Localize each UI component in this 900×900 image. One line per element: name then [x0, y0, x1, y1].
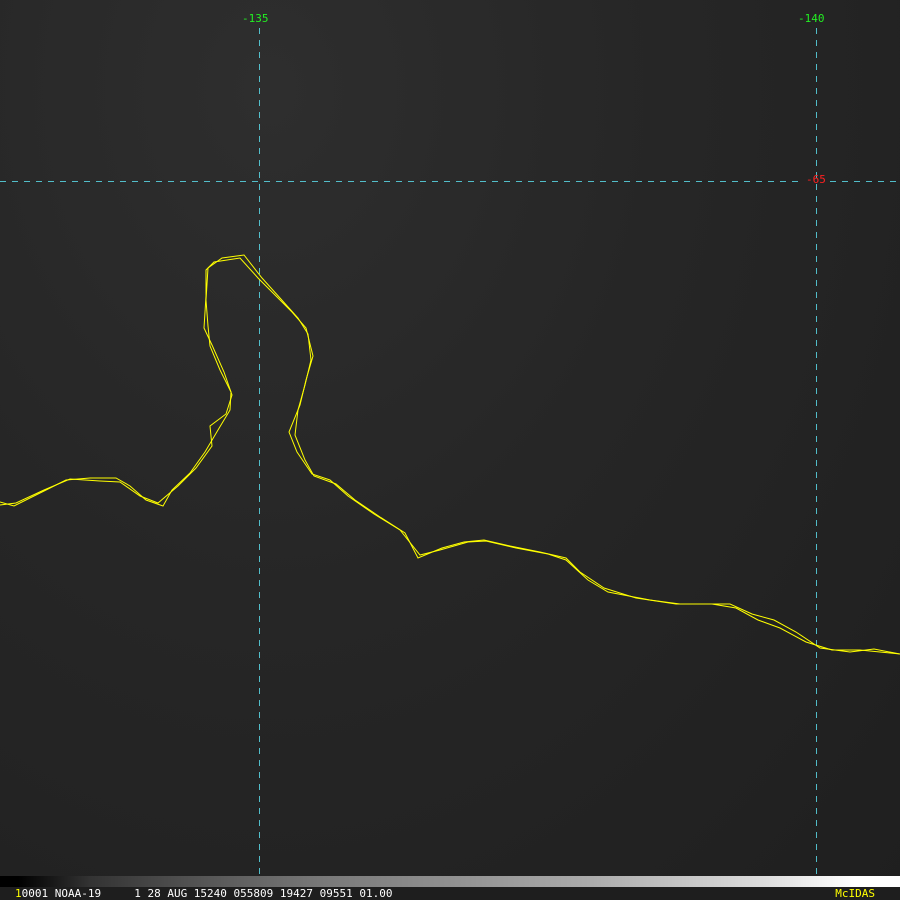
satellite-image: -135 -140 -65 10001 NOAA-19 1 28 AUG 152…: [0, 0, 900, 900]
coastline-alt: [0, 257, 900, 655]
lat-label-65: -65: [806, 173, 826, 186]
coastline: [0, 254, 900, 655]
grayscale-colorbar: [0, 876, 900, 887]
mcidas-brand: McIDAS: [835, 887, 875, 900]
map-overlay: [0, 28, 900, 876]
image-info: 0001 NOAA-19 1 28 AUG 15240 055809 19427…: [21, 887, 393, 900]
frame-number: 1: [15, 887, 22, 900]
lon-label-135: -135: [242, 12, 269, 25]
status-line: 10001 NOAA-19 1 28 AUG 15240 055809 1942…: [0, 887, 900, 900]
lon-label-140: -140: [798, 12, 825, 25]
